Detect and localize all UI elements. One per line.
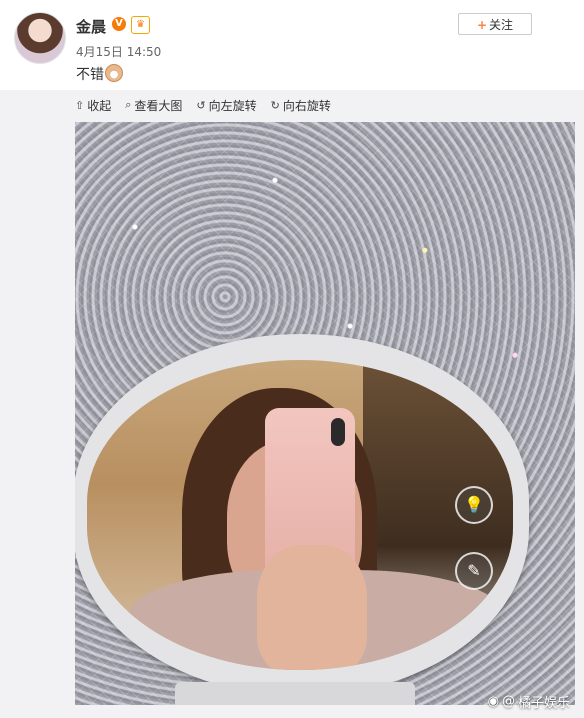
- collapse-label: 收起: [87, 98, 112, 113]
- collapse-button[interactable]: ⇧ 收起: [75, 97, 111, 113]
- rotate-left-icon: ↺: [196, 98, 206, 112]
- rotate-left-label: 向左旋转: [208, 98, 257, 113]
- rotate-right-icon: ↻: [270, 98, 280, 112]
- cat-emoji-icon: [105, 64, 123, 82]
- post-text: 不错: [76, 64, 123, 84]
- member-crown-icon: ♛: [131, 16, 150, 34]
- weibo-logo-icon: ◉: [487, 694, 499, 709]
- mirror-frame: 💡 ✎: [75, 334, 529, 696]
- hand: [257, 545, 367, 670]
- mirror-reflection: 💡 ✎: [87, 360, 513, 670]
- watermark-text: 橘子娱乐: [517, 696, 570, 711]
- follow-label: 关注: [489, 18, 514, 32]
- author-name[interactable]: 金晨: [76, 16, 106, 37]
- bulb-icon: 💡: [455, 486, 493, 524]
- post-photo[interactable]: 💡 ✎: [75, 122, 575, 705]
- rotate-right-button[interactable]: ↻ 向右旋转: [271, 97, 331, 113]
- mirror-stand: [175, 682, 415, 705]
- watermark: ◉ @ 橘子娱乐: [488, 692, 570, 711]
- avatar[interactable]: [14, 12, 66, 64]
- search-icon: ⌕: [125, 98, 132, 111]
- verified-badge: V: [112, 17, 126, 31]
- plus-icon: +: [476, 18, 488, 32]
- watermark-at: @: [501, 694, 515, 709]
- post-timestamp[interactable]: 4月15日 14:50: [76, 43, 161, 60]
- pencil-icon: ✎: [455, 552, 493, 590]
- rotate-left-button[interactable]: ↺ 向左旋转: [196, 97, 256, 113]
- collapse-icon: ⇧: [75, 98, 85, 112]
- post-text-content: 不错: [76, 67, 104, 83]
- view-large-label: 查看大图: [134, 98, 183, 113]
- phone-camera-icon: [331, 418, 345, 446]
- rotate-right-label: 向右旋转: [282, 98, 331, 113]
- view-large-button[interactable]: ⌕ 查看大图: [125, 97, 182, 113]
- media-toolbar: ⇧ 收起 ⌕ 查看大图 ↺ 向左旋转 ↻ 向右旋转: [75, 97, 331, 113]
- follow-button[interactable]: + 关注: [458, 13, 532, 35]
